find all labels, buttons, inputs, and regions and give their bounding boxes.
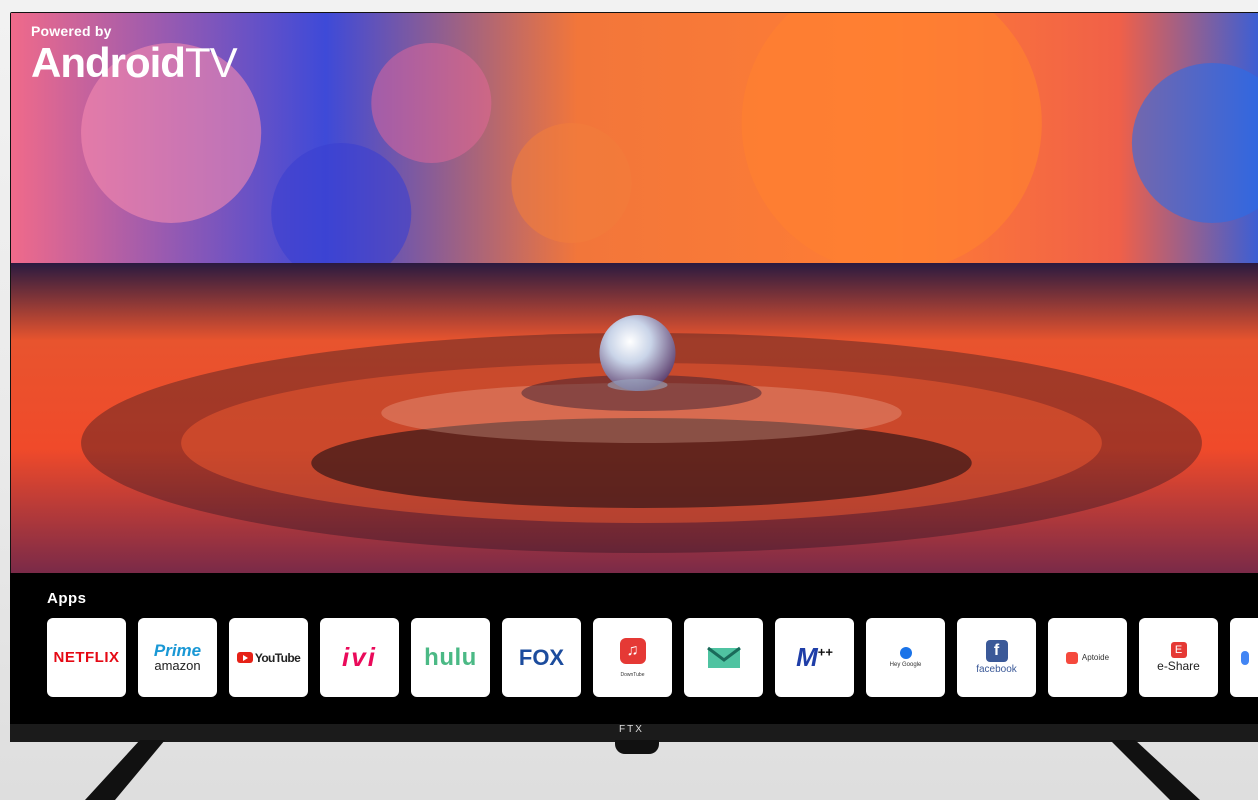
tv-frame: Powered by AndroidTV Apps NETFLIX Prime … — [10, 12, 1258, 742]
music-note-icon: ♫ — [619, 637, 646, 664]
app-tile-mplus[interactable]: M++ — [775, 618, 854, 697]
app-tile-prime-video[interactable]: Prime amazon — [138, 618, 217, 697]
app-tile-hey-google[interactable]: Hey Google — [866, 618, 945, 697]
app-tile-youtube[interactable]: YouTube — [229, 618, 308, 697]
apps-bar: Apps NETFLIX Prime amazon YouTube ivi hu… — [10, 573, 1258, 724]
app-tile-megogo[interactable] — [684, 618, 763, 697]
facebook-icon: f — [985, 640, 1008, 662]
powered-by-label: Powered by — [31, 23, 112, 39]
megogo-icon — [706, 646, 741, 668]
partial-app-icon — [1240, 650, 1249, 665]
apps-row: NETFLIX Prime amazon YouTube ivi hulu FO… — [47, 618, 1258, 700]
background-water-drop-image — [11, 13, 1258, 573]
google-assistant-icon — [899, 647, 912, 659]
apps-section-title: Apps — [47, 590, 87, 607]
tv-brand-logo: FTX — [619, 724, 644, 735]
youtube-logo: YouTube — [236, 651, 301, 665]
app-tile-hulu[interactable]: hulu — [411, 618, 490, 697]
megogo-logo — [700, 646, 748, 670]
tv-screen: Powered by AndroidTV — [11, 13, 1258, 573]
tv-right-leg — [1110, 740, 1200, 800]
netflix-logo: NETFLIX — [53, 649, 120, 666]
aptoide-icon — [1065, 651, 1078, 664]
app-tile-fox[interactable]: FOX — [502, 618, 581, 697]
tv-center-stand — [615, 740, 659, 754]
fox-logo: FOX — [518, 644, 565, 670]
hulu-logo: hulu — [424, 643, 477, 671]
mplus-logo: M++ — [796, 642, 833, 672]
android-tv-logo: AndroidTV — [31, 39, 238, 86]
app-tile-eshare[interactable]: E e-Share — [1139, 618, 1218, 697]
app-tile-facebook[interactable]: f facebook — [957, 618, 1036, 697]
app-tile-partial[interactable] — [1230, 618, 1258, 697]
youtube-play-icon — [236, 652, 253, 663]
prime-video-logo: Prime — [153, 641, 202, 660]
app-tile-netflix[interactable]: NETFLIX — [47, 618, 126, 697]
ivi-logo: ivi — [342, 642, 377, 672]
eshare-icon: E — [1170, 642, 1187, 658]
android-tv-branding: Powered by AndroidTV — [31, 23, 238, 86]
tv-left-leg — [85, 740, 165, 800]
app-tile-downtube[interactable]: ♫ DownTube — [593, 618, 672, 697]
app-tile-ivi[interactable]: ivi — [320, 618, 399, 697]
app-tile-aptoide[interactable]: Aptoide — [1048, 618, 1127, 697]
